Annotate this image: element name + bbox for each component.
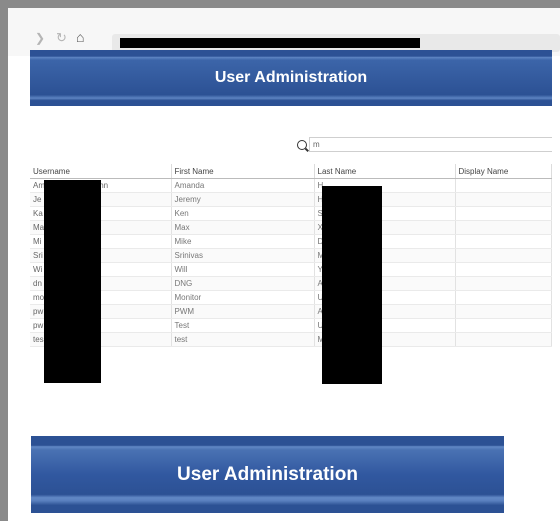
url-redaction: [120, 38, 420, 48]
username-prefix: pw: [33, 307, 44, 316]
cell-display-name: [455, 290, 552, 305]
users-table: Username First Name Last Name Display Na…: [30, 164, 552, 347]
table-row[interactable]: dn DNG A: [30, 276, 552, 291]
username-prefix: Mi: [33, 237, 42, 246]
table-row[interactable]: Ka Ken S: [30, 206, 552, 221]
cell-display-name: [455, 332, 552, 347]
home-icon[interactable]: ⌂: [76, 30, 84, 44]
cell-first-name: Test: [171, 318, 315, 333]
footer-banner: User Administration: [31, 436, 504, 513]
cell-display-name: [455, 192, 552, 207]
footer-banner-title: User Administration: [177, 464, 358, 485]
username-prefix: Je: [33, 195, 42, 204]
cell-display-name: [455, 318, 552, 333]
cell-first-name: Monitor: [171, 290, 315, 305]
table-row[interactable]: pw Test U: [30, 318, 552, 333]
search-input[interactable]: [309, 137, 552, 152]
username-prefix: pw: [33, 321, 44, 330]
table-row[interactable]: Wi Will Y: [30, 262, 552, 277]
table-row[interactable]: Sri Srinivas M: [30, 248, 552, 263]
username-redaction: [44, 180, 101, 383]
cell-display-name: [455, 220, 552, 235]
page-header-banner: User Administration: [30, 50, 552, 106]
username-prefix: dn: [33, 279, 42, 288]
browser-toolbar: ❯ ↻ ⌂: [8, 8, 560, 56]
table-row[interactable]: mo Monitor U: [30, 290, 552, 305]
back-icon[interactable]: ❯: [35, 31, 45, 45]
cell-display-name: [455, 178, 552, 193]
table-header-row: Username First Name Last Name Display Na…: [30, 164, 552, 179]
username-prefix: Ka: [33, 209, 43, 218]
last-name-redaction: [322, 186, 382, 384]
cell-first-name: Will: [171, 262, 315, 277]
reload-icon[interactable]: ↻: [56, 31, 67, 45]
cell-first-name: Mike: [171, 234, 315, 249]
cell-display-name: [455, 262, 552, 277]
table-row[interactable]: tes test M: [30, 332, 552, 347]
username-prefix: Wi: [33, 265, 43, 274]
column-header-username[interactable]: Username: [30, 164, 172, 179]
search-icon[interactable]: [297, 140, 307, 150]
cell-first-name: test: [171, 332, 315, 347]
cell-first-name: Srinivas: [171, 248, 315, 263]
username-prefix: tes: [33, 335, 44, 344]
column-header-last-name[interactable]: Last Name: [314, 164, 456, 179]
table-row[interactable]: Ma Max X: [30, 220, 552, 235]
cell-first-name: DNG: [171, 276, 315, 291]
cell-first-name: Max: [171, 220, 315, 235]
table-row[interactable]: Mi Mike D: [30, 234, 552, 249]
username-prefix: mo: [33, 293, 45, 302]
column-header-display-name[interactable]: Display Name: [455, 164, 552, 179]
username-prefix: Ma: [33, 223, 45, 232]
cell-display-name: [455, 304, 552, 319]
cell-display-name: [455, 206, 552, 221]
column-header-first-name[interactable]: First Name: [171, 164, 315, 179]
table-row[interactable]: Je Jeremy H: [30, 192, 552, 207]
table-row[interactable]: pw PWM A: [30, 304, 552, 319]
cell-first-name: Amanda: [171, 178, 315, 193]
cell-first-name: Jeremy: [171, 192, 315, 207]
cell-display-name: [455, 276, 552, 291]
username-prefix: Sri: [33, 251, 43, 260]
table-row[interactable]: AmDehnAmandaH: [30, 178, 552, 193]
cell-first-name: Ken: [171, 206, 315, 221]
cell-display-name: [455, 248, 552, 263]
cell-display-name: [455, 234, 552, 249]
cell-first-name: PWM: [171, 304, 315, 319]
page-title: User Administration: [214, 69, 368, 86]
